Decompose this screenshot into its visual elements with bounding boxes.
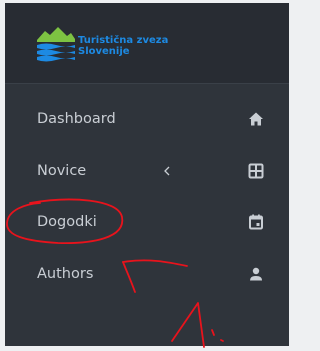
- brand-header[interactable]: Turistična zveza Slovenije: [5, 3, 289, 83]
- sidebar-item-dashboard[interactable]: Dashboard: [5, 93, 289, 145]
- home-icon: [249, 112, 263, 126]
- sidebar-item-dogodki[interactable]: Dogodki: [5, 196, 289, 248]
- brand-name: Turistična zveza Slovenije: [78, 35, 168, 57]
- brand-name-line2: Slovenije: [78, 46, 130, 57]
- brand-name-line1: Turistična zveza: [78, 35, 169, 46]
- sidebar-item-novice[interactable]: Novice: [5, 145, 289, 197]
- sidebar-item-label: Dogodki: [37, 214, 97, 230]
- sidebar-item-label: Dashboard: [37, 111, 116, 127]
- chevron-left-icon[interactable]: [162, 165, 172, 177]
- sidebar-item-label: Novice: [37, 163, 87, 179]
- user-icon: [250, 267, 262, 281]
- sidebar-item-label: Authors: [37, 266, 94, 282]
- grid-icon: [248, 163, 264, 179]
- sidebar-item-authors[interactable]: Authors: [5, 248, 289, 300]
- calendar-icon: [249, 214, 263, 230]
- sidebar: Turistična zveza Slovenije Dashboard Nov…: [5, 3, 289, 346]
- brand-divider: [5, 83, 289, 84]
- mountain-logo-icon: [37, 27, 75, 62]
- screenshot-frame: Turistična zveza Slovenije Dashboard Nov…: [0, 0, 301, 351]
